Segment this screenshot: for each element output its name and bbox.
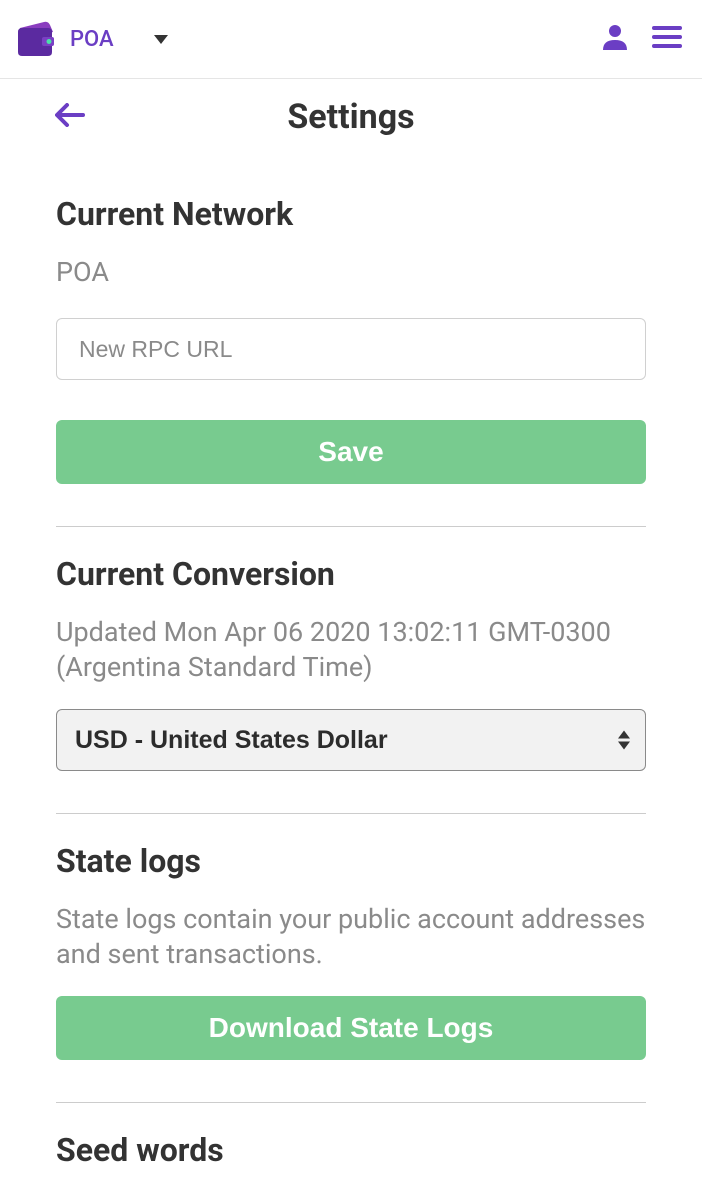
top-bar-left: POA — [14, 18, 168, 60]
rpc-url-input[interactable] — [56, 318, 646, 380]
page-header: Settings — [0, 79, 702, 155]
seed-words-section: Seed words — [56, 1131, 646, 1169]
state-logs-section: State logs State logs contain your publi… — [56, 842, 646, 1103]
seed-words-title: Seed words — [56, 1131, 646, 1169]
wallet-logo-icon[interactable] — [14, 18, 56, 60]
currency-select-wrapper: USD - United States Dollar — [56, 709, 646, 771]
current-conversion-title: Current Conversion — [56, 555, 646, 593]
current-network-value: POA — [56, 255, 646, 290]
state-logs-description: State logs contain your public account a… — [56, 902, 646, 972]
state-logs-title: State logs — [56, 842, 646, 880]
account-icon[interactable] — [600, 22, 630, 56]
current-conversion-section: Current Conversion Updated Mon Apr 06 20… — [56, 555, 646, 814]
network-label: POA — [70, 27, 114, 52]
top-bar: POA — [0, 0, 702, 79]
save-button[interactable]: Save — [56, 420, 646, 484]
current-network-section: Current Network POA Save — [56, 195, 646, 527]
menu-icon[interactable] — [652, 24, 682, 54]
currency-select[interactable]: USD - United States Dollar — [56, 709, 646, 771]
settings-content: Current Network POA Save Current Convers… — [0, 155, 702, 1169]
back-arrow-icon[interactable] — [55, 103, 85, 131]
current-network-title: Current Network — [56, 195, 646, 233]
top-bar-right — [600, 22, 682, 56]
page-title: Settings — [55, 97, 647, 137]
download-state-logs-button[interactable]: Download State Logs — [56, 996, 646, 1060]
network-selector[interactable]: POA — [70, 27, 168, 52]
caret-down-icon — [154, 35, 168, 44]
conversion-updated-text: Updated Mon Apr 06 2020 13:02:11 GMT-030… — [56, 615, 646, 685]
